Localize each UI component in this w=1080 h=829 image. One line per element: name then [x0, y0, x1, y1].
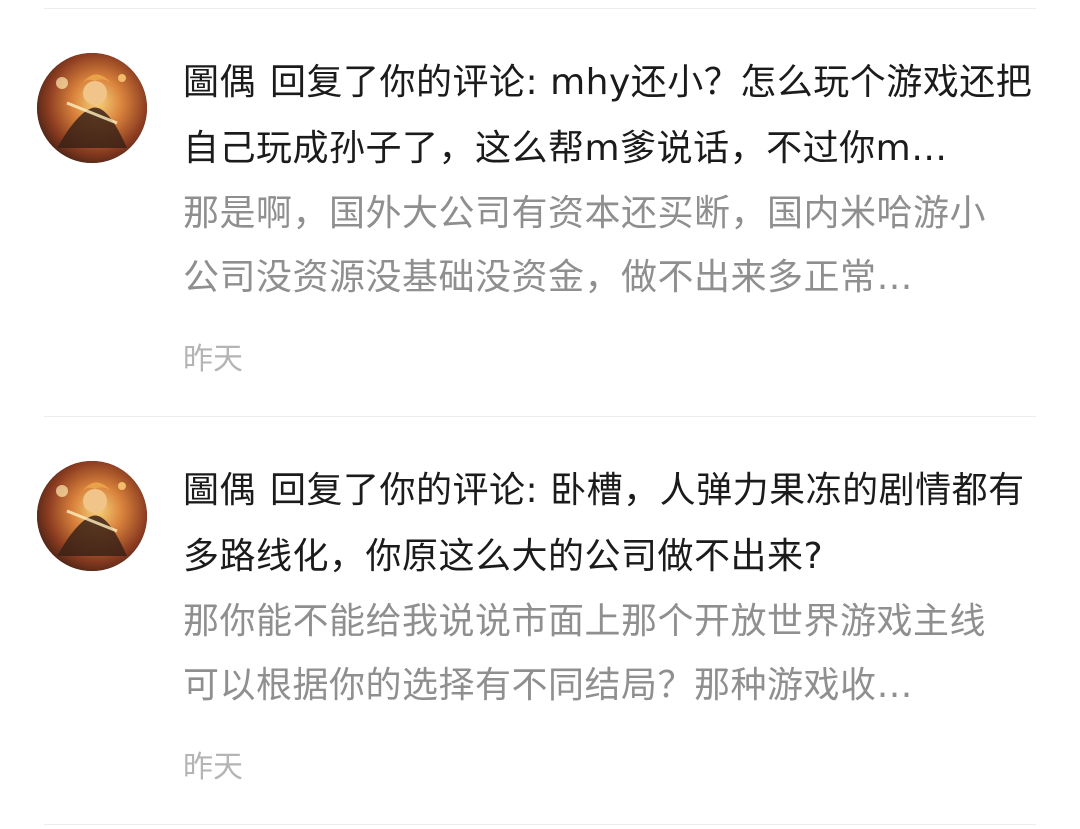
- notification-headline[interactable]: 圖偶 回复了你的评论: 卧槽，人弹力果冻的剧情都有多路线化，你原这么大的公司做不出…: [183, 458, 1038, 590]
- actor-name[interactable]: 圖偶: [183, 470, 256, 511]
- avatar-illustration-icon: [37, 53, 147, 163]
- notification-content: 圖偶 回复了你的评论: mhy还小？怎么玩个游戏还把自己玩成孙子了，这么帮m爹说话…: [183, 50, 1038, 380]
- notification-headline[interactable]: 圖偶 回复了你的评论: mhy还小？怎么玩个游戏还把自己玩成孙子了，这么帮m爹说话…: [183, 50, 1038, 182]
- reply-preview[interactable]: 那你能不能给我说说市面上那个开放世界游戏主线可以根据你的选择有不同结局？那种游戏…: [183, 590, 1003, 718]
- divider-top: [44, 8, 1036, 9]
- avatar[interactable]: [37, 53, 147, 163]
- notification-content: 圖偶 回复了你的评论: 卧槽，人弹力果冻的剧情都有多路线化，你原这么大的公司做不出…: [183, 458, 1038, 788]
- timestamp: 昨天: [183, 342, 243, 377]
- actor-name[interactable]: 圖偶: [183, 62, 256, 103]
- action-text: 回复了你的评论:: [270, 62, 551, 103]
- divider: [44, 824, 1036, 825]
- timestamp: 昨天: [183, 750, 243, 785]
- notification-item[interactable]: 圖偶 回复了你的评论: 卧槽，人弹力果冻的剧情都有多路线化，你原这么大的公司做不出…: [0, 438, 1080, 818]
- avatar[interactable]: [37, 461, 147, 571]
- avatar-illustration-icon: [37, 461, 147, 571]
- divider: [44, 416, 1036, 417]
- reply-preview[interactable]: 那是啊，国外大公司有资本还买断，国内米哈游小公司没资源没基础没资金，做不出来多正…: [183, 182, 1003, 310]
- action-text: 回复了你的评论:: [270, 470, 551, 511]
- notification-item[interactable]: 圖偶 回复了你的评论: mhy还小？怎么玩个游戏还把自己玩成孙子了，这么帮m爹说话…: [0, 30, 1080, 410]
